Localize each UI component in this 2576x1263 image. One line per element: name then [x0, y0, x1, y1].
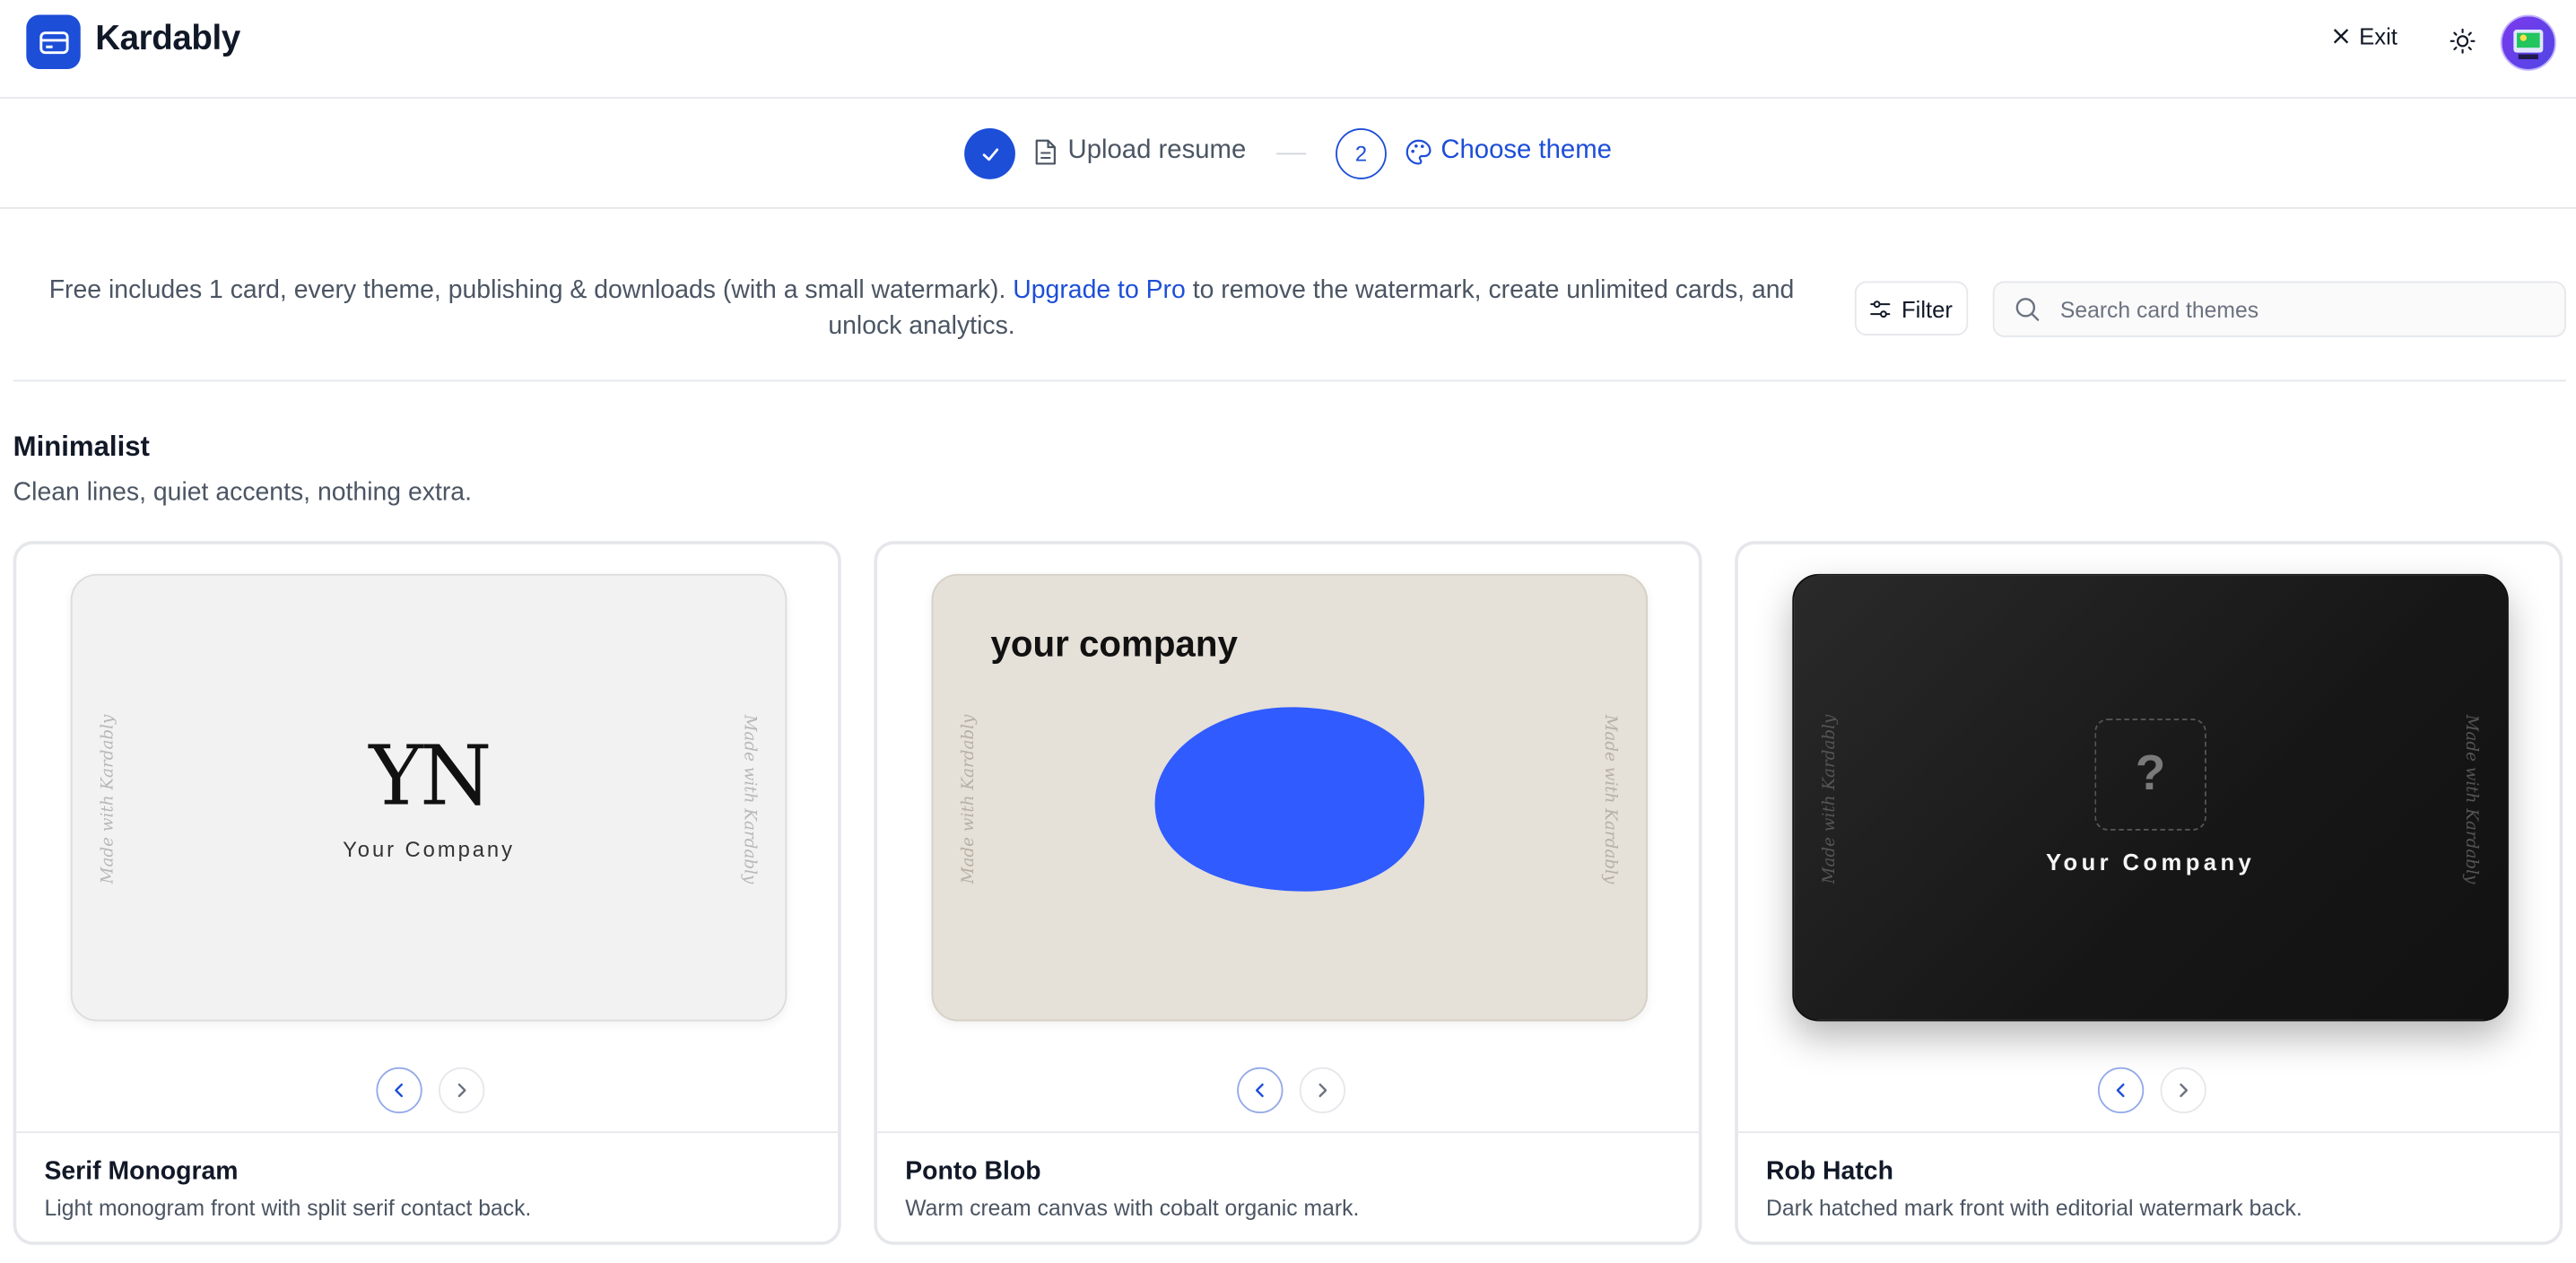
- next-side-button[interactable]: [2160, 1067, 2206, 1114]
- top-bar: Kardably Exit: [0, 0, 2576, 99]
- progress-stepper: Upload resume 2 Choose theme: [0, 99, 2576, 209]
- avatar-image-icon: [2513, 29, 2544, 59]
- previous-side-button[interactable]: [1237, 1067, 1284, 1114]
- theme-preview: Made with Kardably Made with Kardably ? …: [1738, 544, 2560, 1131]
- company-name: Your Company: [2045, 848, 2256, 875]
- check-icon: [981, 147, 998, 161]
- next-side-button[interactable]: [439, 1067, 485, 1114]
- search-box: [1992, 281, 2566, 337]
- exit-button[interactable]: Exit: [2333, 23, 2398, 49]
- theme-name: Ponto Blob: [905, 1157, 1041, 1186]
- previous-side-button[interactable]: [2097, 1067, 2145, 1114]
- chevron-right-icon: [457, 1083, 466, 1098]
- chevron-left-icon: [2116, 1083, 2125, 1098]
- watermark-left: Made with Kardably: [960, 714, 979, 884]
- business-card-preview: Made with Kardably Made with Kardably ? …: [1792, 573, 2509, 1022]
- theme-name: Serif Monogram: [44, 1157, 239, 1186]
- theme-description: Dark hatched mark front with editorial w…: [1765, 1195, 2302, 1221]
- section-title: Minimalist: [13, 431, 150, 463]
- step-2-number: 2: [1336, 127, 1387, 179]
- filter-label: Filter: [1901, 295, 1953, 322]
- app-root: Kardably Exit Upload resume 2 Choose the…: [0, 0, 2576, 1263]
- watermark-right: Made with Kardably: [1600, 714, 1620, 884]
- app-logo[interactable]: [26, 14, 81, 69]
- theme-description: Warm cream canvas with cobalt organic ma…: [905, 1195, 1360, 1221]
- step-1-complete-indicator: [964, 127, 1015, 179]
- step-separator: [1276, 152, 1307, 155]
- theme-card-rob-hatch[interactable]: Made with Kardably Made with Kardably ? …: [1735, 541, 2563, 1245]
- search-input[interactable]: [2059, 283, 2554, 335]
- step-1-label[interactable]: Upload resume: [1068, 136, 1247, 166]
- app-name: Kardably: [95, 19, 240, 58]
- close-icon: [2333, 29, 2349, 44]
- next-side-button[interactable]: [1299, 1067, 1346, 1114]
- palette-icon: [1405, 139, 1432, 165]
- theme-preview: Made with Kardably Made with Kardably YN…: [16, 544, 838, 1131]
- filter-button[interactable]: Filter: [1854, 281, 1969, 335]
- plan-info-text: Free includes 1 card, every theme, publi…: [13, 273, 1831, 345]
- sliders-icon: [1870, 300, 1892, 318]
- logo-placeholder: ?: [2094, 719, 2206, 831]
- plan-info-before: Free includes 1 card, every theme, publi…: [48, 275, 1014, 305]
- card-icon: [39, 30, 68, 54]
- section-divider: [13, 379, 2566, 382]
- previous-side-button[interactable]: [376, 1067, 422, 1114]
- business-card-preview: Made with Kardably Made with Kardably yo…: [931, 573, 1649, 1022]
- company-name: Your Company: [343, 837, 515, 862]
- chevron-left-icon: [395, 1083, 404, 1098]
- theme-description: Light monogram front with split serif co…: [44, 1195, 532, 1221]
- organic-blob-mark: [1154, 707, 1425, 892]
- exit-label: Exit: [2359, 22, 2398, 49]
- user-avatar[interactable]: [2500, 14, 2556, 71]
- theme-name: Rob Hatch: [1765, 1157, 1893, 1186]
- theme-card-footer: Serif Monogram Light monogram front with…: [16, 1131, 839, 1241]
- theme-toggle-button[interactable]: [2446, 24, 2479, 57]
- monogram: YN: [369, 728, 492, 824]
- company-name: your company: [990, 623, 1238, 665]
- section-subtitle: Clean lines, quiet accents, nothing extr…: [13, 478, 472, 507]
- document-icon: [1035, 139, 1056, 165]
- sun-icon: [2450, 28, 2476, 54]
- theme-card-footer: Ponto Blob Warm cream canvas with cobalt…: [877, 1131, 1699, 1241]
- chevron-left-icon: [1255, 1083, 1264, 1098]
- theme-card-serif-monogram[interactable]: Made with Kardably Made with Kardably YN…: [13, 541, 841, 1245]
- step-2-label: Choose theme: [1440, 136, 1612, 165]
- business-card-preview: Made with Kardably Made with Kardably YN…: [70, 573, 788, 1022]
- theme-card-ponto-blob[interactable]: Made with Kardably Made with Kardably yo…: [874, 541, 1702, 1245]
- upgrade-to-pro-link[interactable]: Upgrade to Pro: [1013, 276, 1186, 304]
- theme-card-footer: Rob Hatch Dark hatched mark front with e…: [1737, 1131, 2560, 1241]
- theme-preview: Made with Kardably Made with Kardably yo…: [877, 544, 1699, 1131]
- chevron-right-icon: [1318, 1083, 1327, 1098]
- search-icon: [2015, 298, 2040, 321]
- chevron-right-icon: [2180, 1083, 2189, 1098]
